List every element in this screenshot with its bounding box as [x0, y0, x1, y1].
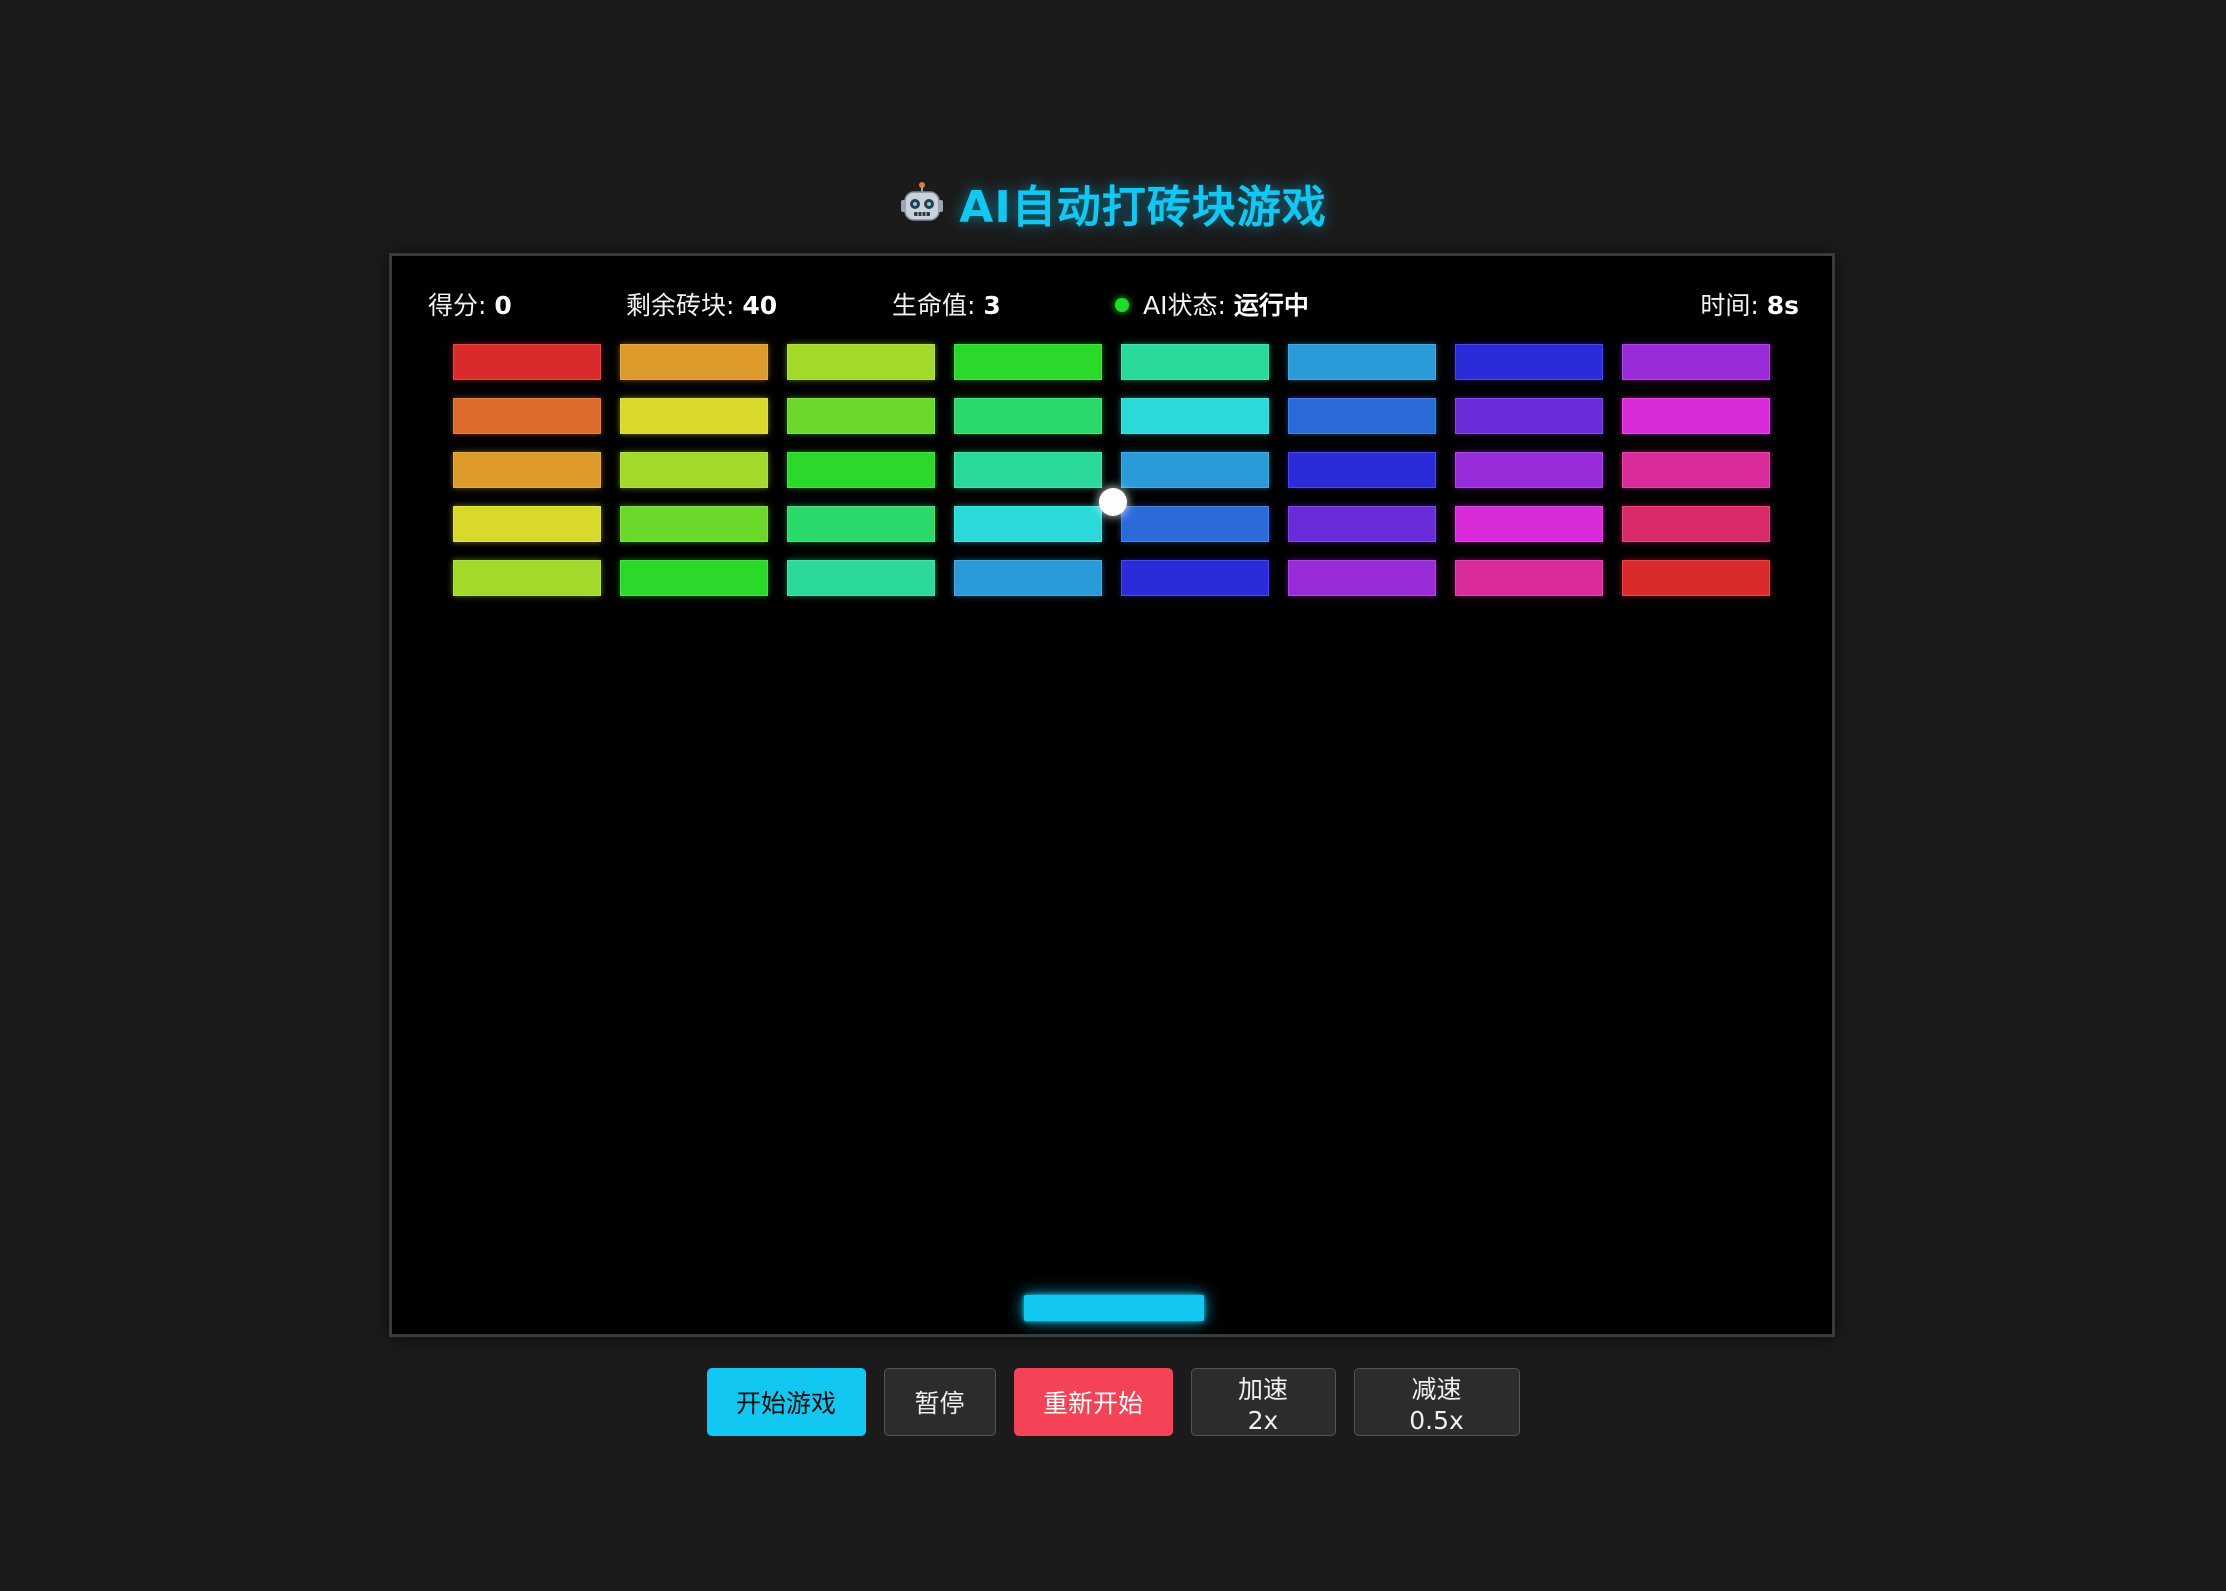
brick	[620, 506, 768, 542]
brick	[1622, 506, 1770, 542]
score-display: 得分: 0	[428, 286, 512, 326]
brick	[1288, 506, 1436, 542]
bricks-remaining-value: 40	[742, 291, 778, 320]
brick	[954, 452, 1102, 488]
lives-value: 3	[983, 291, 1001, 320]
brick	[1455, 452, 1603, 488]
brick	[1121, 344, 1269, 380]
brick	[1121, 560, 1269, 596]
brick	[1455, 560, 1603, 596]
paddle[interactable]	[1024, 1295, 1204, 1321]
brick	[1121, 398, 1269, 434]
ai-status-label: AI状态:	[1143, 291, 1226, 320]
start-game-button[interactable]: 开始游戏	[706, 1368, 866, 1436]
brick	[1622, 560, 1770, 596]
page-header: AI自动打砖块游戏	[0, 168, 2226, 238]
game-canvas[interactable]: 得分: 0 剩余砖块: 40 生命值: 3 AI状态: 运行中 时间: 8s	[389, 253, 1835, 1337]
brick	[620, 452, 768, 488]
brick	[453, 398, 601, 434]
slow-down-button[interactable]: 减速 0.5x	[1353, 1368, 1520, 1436]
brick	[1622, 398, 1770, 434]
time-display: 时间: 8s	[1700, 286, 1799, 326]
brick	[1288, 344, 1436, 380]
score-value: 0	[494, 291, 512, 320]
brick	[1455, 398, 1603, 434]
brick	[954, 560, 1102, 596]
brick	[787, 344, 935, 380]
score-label: 得分:	[428, 291, 487, 320]
bricks-remaining-label: 剩余砖块:	[626, 291, 735, 320]
ai-status-indicator-icon	[1115, 298, 1129, 312]
brick	[1288, 560, 1436, 596]
robot-icon	[899, 180, 945, 226]
ai-status-display: AI状态: 运行中	[1115, 286, 1309, 326]
brick	[787, 560, 935, 596]
brick	[787, 452, 935, 488]
brick	[787, 506, 935, 542]
ai-status-value: 运行中	[1233, 291, 1309, 320]
lives-label: 生命值:	[892, 291, 976, 320]
brick	[1121, 452, 1269, 488]
brick	[453, 560, 601, 596]
brick	[620, 560, 768, 596]
time-value: 8s	[1766, 291, 1799, 320]
bricks-remaining-display: 剩余砖块: 40	[626, 286, 777, 326]
speed-up-button[interactable]: 加速 2x	[1190, 1368, 1336, 1436]
brick	[954, 344, 1102, 380]
time-label: 时间:	[1700, 291, 1759, 320]
brick	[954, 398, 1102, 434]
brick	[620, 344, 768, 380]
restart-button[interactable]: 重新开始	[1013, 1368, 1173, 1436]
page-title: AI自动打砖块游戏	[959, 182, 1327, 233]
brick	[1288, 452, 1436, 488]
lives-display: 生命值: 3	[892, 286, 1001, 326]
brick	[787, 398, 935, 434]
control-bar: 开始游戏 暂停 重新开始 加速 2x 减速 0.5x	[0, 1368, 2226, 1436]
brick	[1121, 506, 1269, 542]
brick	[1622, 452, 1770, 488]
brick	[453, 506, 601, 542]
brick	[954, 506, 1102, 542]
brick	[620, 398, 768, 434]
brick	[1455, 344, 1603, 380]
brick	[1288, 398, 1436, 434]
brick	[1622, 344, 1770, 380]
brick	[453, 344, 601, 380]
brick	[1455, 506, 1603, 542]
brick	[453, 452, 601, 488]
ball	[1099, 488, 1127, 516]
pause-button[interactable]: 暂停	[883, 1368, 996, 1436]
